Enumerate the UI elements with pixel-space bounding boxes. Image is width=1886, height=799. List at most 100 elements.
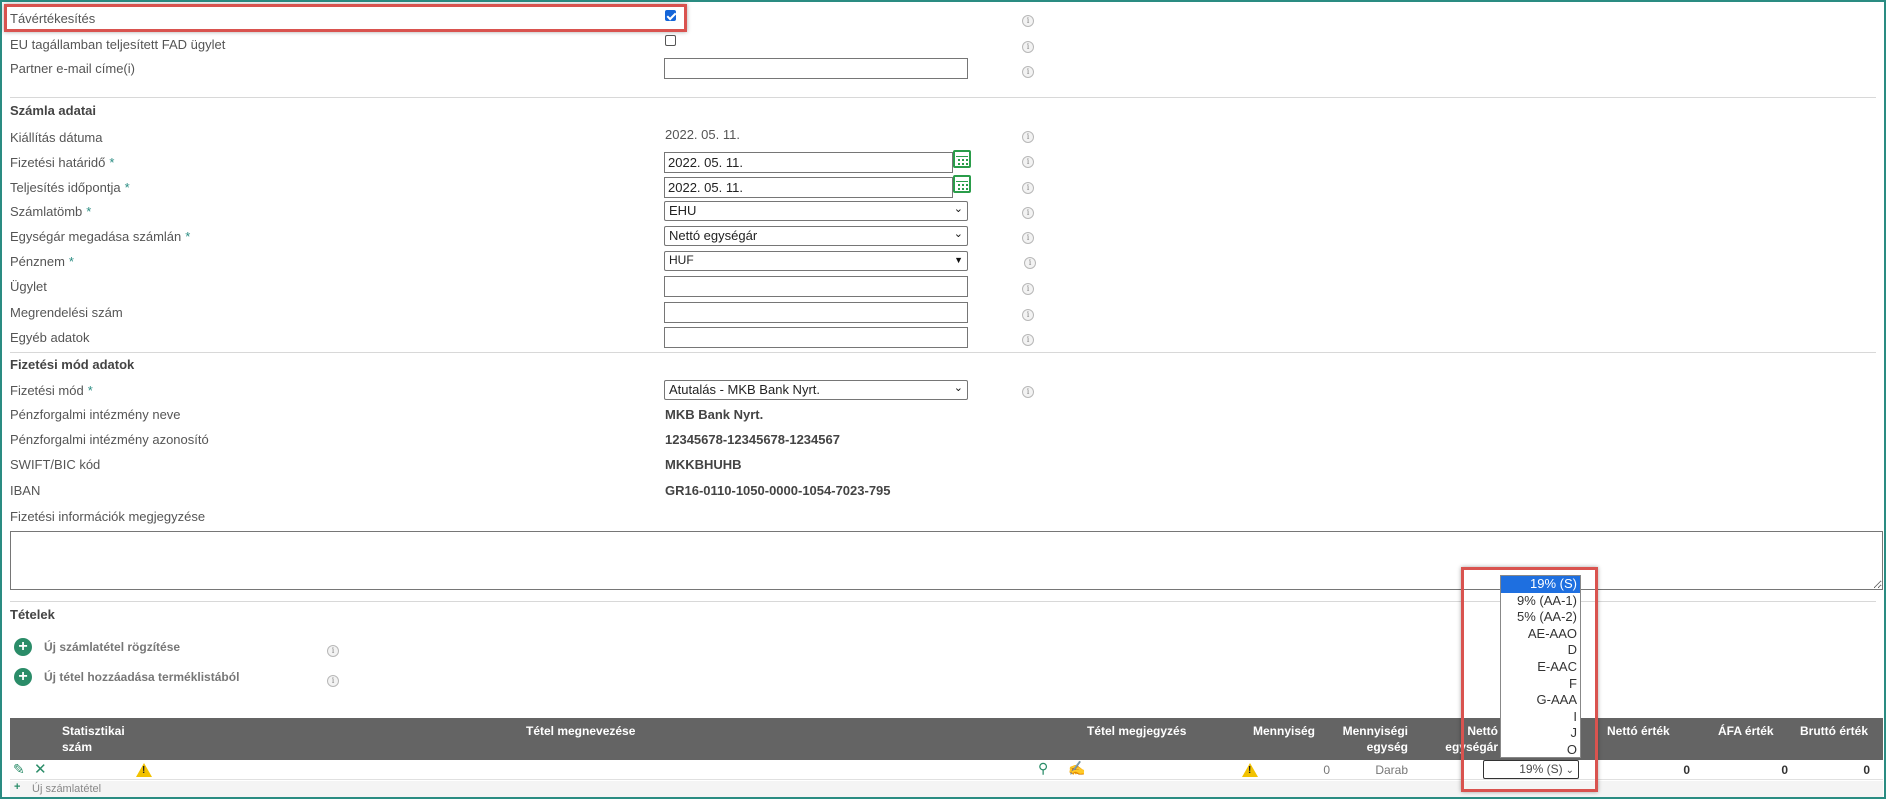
fizetesi-hatarido-input[interactable]: 2022. 05. 11.	[664, 152, 953, 173]
row-intezmeny-azon: Pénzforgalmi intézmény azonosító 1234567…	[10, 429, 1070, 451]
megrendeles-input[interactable]	[664, 302, 968, 323]
row-fizetesi-hatarido: Fizetési határidő * 2022. 05. 11.	[10, 150, 1070, 174]
row-swift: SWIFT/BIC kód MKKBHUHB	[10, 454, 1070, 476]
fizetesi-hatarido-label: Fizetési határidő *	[10, 155, 115, 170]
info-icon[interactable]: i	[327, 675, 339, 687]
info-icon[interactable]: i	[1024, 257, 1036, 269]
chevron-down-icon: ⌄	[953, 203, 963, 215]
info-icon[interactable]: i	[1022, 334, 1034, 346]
plus-icon[interactable]: +	[14, 781, 20, 793]
egysegar-value: Nettó egységár	[669, 228, 758, 243]
info-icon[interactable]: i	[1022, 283, 1034, 295]
add-new-item-button[interactable]: + Új számlatétel rögzítése	[14, 638, 180, 656]
row-szamlatomb: Számlatömb * EHU ⌄	[10, 201, 1070, 223]
iban-value: GR16-0110-1050-0000-1054-7023-795	[665, 483, 891, 498]
row-teljesites: Teljesítés időpontja * 2022. 05. 11.	[10, 175, 1070, 199]
pen-note-icon[interactable]: ✍	[1068, 760, 1085, 777]
info-icon[interactable]: i	[1022, 386, 1034, 398]
fizetesi-mod-value: Atutalás - MKB Bank Nyrt.	[669, 382, 820, 397]
calendar-icon[interactable]	[953, 150, 971, 168]
eu-fad-checkbox[interactable]	[665, 35, 676, 46]
info-icon[interactable]: i	[1022, 66, 1034, 78]
penznem-select[interactable]: HUF ▼	[664, 251, 968, 271]
info-icon[interactable]: i	[1022, 207, 1034, 219]
plus-circle-icon: +	[14, 638, 32, 656]
netto-ertek-value: 0	[1683, 763, 1690, 777]
table-row: ✎ ✕ ⚲ ✍ 0 Darab 0 19% (S)⌄ 0 0 0	[10, 760, 1883, 780]
fizetesi-mod-label: Fizetési mód *	[10, 383, 93, 398]
egyeb-input[interactable]	[664, 327, 968, 348]
row-fizetesi-mod: Fizetési mód * Atutalás - MKB Bank Nyrt. ⌄	[10, 380, 1070, 402]
egysegar-label: Egységár megadása számlán *	[10, 229, 191, 244]
ugylet-input[interactable]	[664, 276, 968, 297]
info-icon[interactable]: i	[1022, 182, 1034, 194]
col-brutto-ertek: Bruttó érték	[1800, 724, 1869, 738]
egyeb-label: Egyéb adatok	[10, 330, 90, 345]
megjegyzes-label: Fizetési információk megjegyzése	[10, 509, 206, 524]
mennyiseg-value[interactable]: 0	[1310, 763, 1330, 777]
eu-fad-label: EU tagállamban teljesített FAD ügylet	[10, 37, 226, 52]
triangle-down-icon: ▼	[954, 255, 963, 265]
brutto-ertek-value: 0	[1863, 763, 1870, 777]
info-icon[interactable]: i	[1022, 15, 1034, 27]
section-title-fizmod: Fizetési mód adatok	[10, 357, 135, 372]
egyseg-value[interactable]: Darab	[1368, 763, 1408, 777]
add-new-item-label: Új számlatétel rögzítése	[44, 640, 181, 654]
row-intezmeny-nev: Pénzforgalmi intézmény neve MKB Bank Nyr…	[10, 404, 1070, 426]
info-icon[interactable]: i	[327, 645, 339, 657]
afa-ertek-value: 0	[1781, 763, 1788, 777]
szamlatomb-value: EHU	[669, 203, 697, 218]
section-title-szamla: Számla adatai	[10, 103, 96, 118]
footer-add-label[interactable]: Új számlatétel	[32, 783, 101, 795]
megjegyzes-textarea[interactable]	[10, 531, 1883, 590]
fizetesi-mod-select[interactable]: Atutalás - MKB Bank Nyrt. ⌄	[664, 380, 968, 400]
section-title-tetelek: Tételek	[10, 607, 55, 622]
intezmeny-nev-label: Pénzforgalmi intézmény neve	[10, 407, 181, 422]
search-icon[interactable]: ⚲	[1038, 760, 1048, 777]
info-icon[interactable]: i	[1022, 131, 1034, 143]
penznem-label: Pénznem *	[10, 254, 74, 269]
add-from-list-button[interactable]: + Új tétel hozzáadása terméklistából	[14, 668, 239, 686]
info-icon[interactable]: i	[1022, 41, 1034, 53]
items-table-header: Statisztikai szám Tétel megnevezése Téte…	[10, 718, 1883, 760]
row-megjegyzes: Fizetési információk megjegyzése	[10, 506, 1070, 528]
warning-icon	[1242, 763, 1258, 777]
highlight-vat-dropdown	[1461, 567, 1598, 792]
row-penznem: Pénznem * HUF ▼	[10, 251, 1070, 273]
penznem-value: HUF	[669, 253, 694, 267]
megrendeles-label: Megrendelési szám	[10, 305, 123, 320]
szamlatomb-label: Számlatömb *	[10, 204, 92, 219]
iban-label: IBAN	[10, 483, 41, 498]
intezmeny-azon-value: 12345678-12345678-1234567	[665, 432, 840, 447]
row-egysegar: Egységár megadása számlán * Nettó egységá…	[10, 226, 1070, 248]
szamlatomb-select[interactable]: EHU ⌄	[664, 201, 968, 221]
divider	[10, 97, 1876, 98]
row-ugylet: Ügylet	[10, 276, 1070, 298]
kiallitas-value: 2022. 05. 11.	[665, 127, 740, 142]
col-mennyiseg: Mennyiség	[1253, 724, 1316, 738]
egysegar-select[interactable]: Nettó egységár ⌄	[664, 226, 968, 246]
teljesites-input[interactable]: 2022. 05. 11.	[664, 177, 953, 198]
plus-circle-icon: +	[14, 668, 32, 686]
col-menny-egyseg: Mennyiségi egység	[1342, 724, 1408, 754]
info-icon[interactable]: i	[1022, 309, 1034, 321]
intezmeny-azon-label: Pénzforgalmi intézmény azonosító	[10, 432, 209, 447]
calendar-icon[interactable]	[953, 175, 971, 193]
row-iban: IBAN GR16-0110-1050-0000-1054-7023-795	[10, 480, 1070, 502]
ugylet-label: Ügylet	[10, 279, 47, 294]
pencil-icon[interactable]: ✎	[13, 761, 25, 778]
row-megrendeles: Megrendelési szám	[10, 302, 1070, 324]
row-kiallitas: Kiállítás dátuma 2022. 05. 11.	[10, 127, 1070, 149]
col-stat: Statisztikai szám	[62, 724, 125, 754]
info-icon[interactable]: i	[1022, 156, 1034, 168]
info-icon[interactable]: i	[1022, 232, 1034, 244]
highlight-tavertekesites	[4, 4, 687, 32]
warning-icon	[136, 763, 152, 777]
intezmeny-nev-value: MKB Bank Nyrt.	[665, 407, 764, 422]
partner-email-input[interactable]	[664, 58, 968, 79]
chevron-down-icon: ⌄	[953, 382, 963, 394]
col-megnevezes: Tétel megnevezése	[526, 724, 636, 738]
swift-label: SWIFT/BIC kód	[10, 457, 101, 472]
table-footer: + Új számlatétel	[10, 781, 1883, 797]
close-icon[interactable]: ✕	[34, 760, 47, 778]
